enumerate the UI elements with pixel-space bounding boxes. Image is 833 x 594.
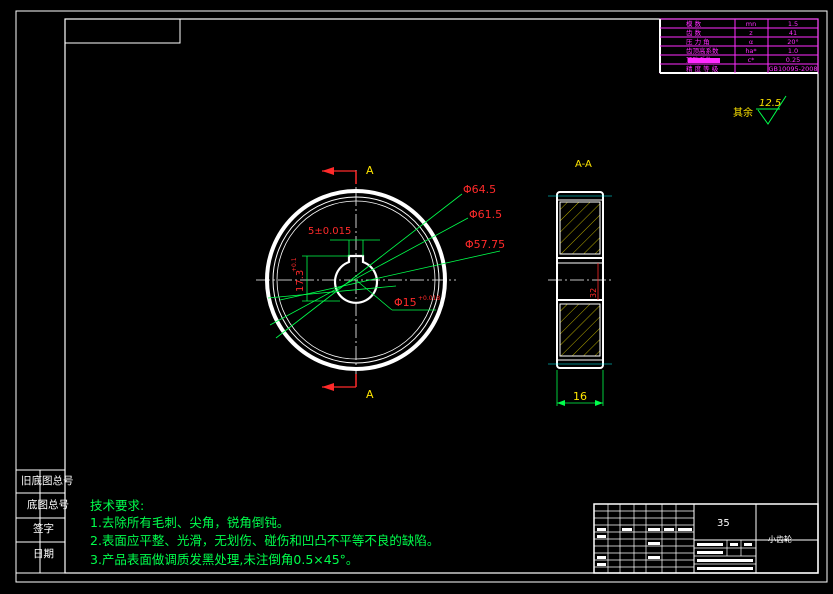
dim-key-depth: 17.3 [295, 270, 306, 292]
gear-table-name-1: 齿 数 [686, 28, 702, 37]
dim-bore-tol: +0.018 [418, 295, 440, 302]
dim-pitch-diameter: Φ61.5 [469, 208, 502, 221]
gear-table-sym-4: c* [748, 56, 756, 64]
dim-bore-diameter: Φ15 [394, 296, 417, 309]
gear-table-sym-2: α [749, 38, 753, 46]
title-block-number: 35 [717, 518, 730, 529]
gear-table-sym-3: ha* [745, 47, 757, 55]
gear-table-name-4: 顶隙系数 [686, 55, 713, 64]
dim-hub: 32 [589, 288, 598, 298]
gear-table-val-0: 1.5 [788, 20, 798, 28]
roughness-label: 其余 [733, 106, 753, 119]
technical-requirements: 技术要求: 1.去除所有毛刺、尖角，锐角倒钝。 2.表面应平整、光滑，无划伤、碰… [90, 498, 439, 567]
cad-drawing-canvas: 旧底图总号 底图总号 签字 日期 模 数 mn 1.5 齿 数 z 41 压 力 角 α 20°… [15, 10, 828, 583]
gear-table-sym-1: z [749, 29, 753, 37]
gear-section-view: A-A 32 16 [548, 159, 612, 406]
tech-req-item-3: 3.产品表面做调质发黑处理,未注倒角0.5×45°。 [90, 552, 358, 567]
side-label-old-base-no: 旧底图总号 [21, 474, 74, 487]
section-mark-bottom: A [366, 388, 374, 401]
tech-req-item-2: 2.表面应平整、光滑，无划伤、碰伤和凹凸不平等不良的缺陷。 [90, 533, 439, 548]
dim-outer-diameter: Φ64.5 [463, 183, 496, 196]
gear-table-val-4: 0.25 [786, 56, 800, 64]
gear-table-val-5: GB10095-2008 [768, 65, 817, 73]
gear-parameter-table: 模 数 mn 1.5 齿 数 z 41 压 力 角 α 20° 齿顶高系数 ha* 1.0 顶隙系数 c*… [659, 18, 819, 74]
section-mark-top: A [366, 164, 374, 177]
gear-table-name-5: 精 度 等 级 [686, 64, 719, 73]
side-label-base-no: 底图总号 [27, 498, 69, 511]
dim-root-diameter: Φ57.75 [465, 238, 505, 251]
tech-req-item-1: 1.去除所有毛刺、尖角，锐角倒钝。 [90, 515, 289, 530]
tech-req-title: 技术要求: [90, 498, 144, 513]
sheet-inner-frame [64, 18, 819, 574]
drawing-number-box [64, 18, 181, 44]
gear-table-sym-0: mn [746, 20, 756, 28]
gear-table-val-1: 41 [789, 29, 797, 37]
gear-table-name-3: 齿顶高系数 [686, 46, 719, 55]
gear-table-name-0: 模 数 [686, 19, 702, 28]
surface-roughness-note: 其余 12.5 [733, 95, 787, 125]
gear-front-view: A A 5±0.015 17.3 +0.1 Φ64.5 Φ61.5 Φ57.75… [256, 164, 505, 401]
side-label-signature: 签字 [33, 522, 54, 535]
gear-table-val-2: 20° [787, 38, 799, 46]
title-block-part-name: 小齿轮 [768, 534, 792, 544]
dim-key-depth-tol: +0.1 [291, 257, 298, 272]
side-label-strip: 旧底图总号 底图总号 签字 日期 [15, 469, 74, 574]
side-label-date: 日期 [33, 548, 54, 560]
gear-table-val-3: 1.0 [788, 47, 798, 55]
dim-key-width: 5±0.015 [308, 226, 351, 237]
dim-face-width: 16 [573, 390, 587, 403]
section-view-title: A-A [575, 159, 592, 170]
roughness-value: 12.5 [759, 98, 781, 109]
title-block: 35 小齿轮 [593, 503, 819, 574]
gear-table-name-2: 压 力 角 [686, 37, 710, 46]
